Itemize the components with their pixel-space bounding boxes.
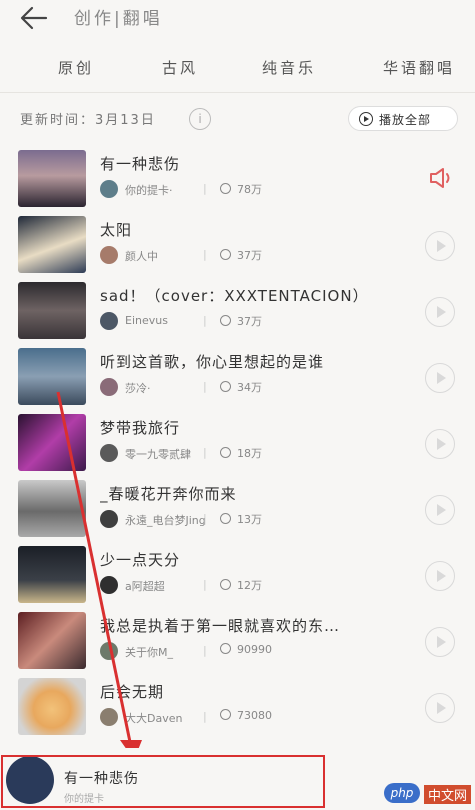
play-count: 78万: [220, 181, 262, 197]
now-playing-speaker-icon[interactable]: [428, 166, 456, 190]
play-count: 13万: [220, 511, 262, 527]
play-circle-icon: [359, 112, 373, 126]
play-button[interactable]: [425, 297, 455, 327]
header: 创作|翻唱: [0, 0, 475, 38]
play-button[interactable]: [425, 627, 455, 657]
song-title: 有一种悲伤: [100, 155, 181, 173]
separator: |: [203, 314, 207, 327]
play-count: 34万: [220, 379, 262, 395]
song-row[interactable]: 梦带我旅行 零一九零贰肆 | 18万: [0, 411, 475, 477]
play-button[interactable]: [425, 561, 455, 591]
separator: |: [203, 446, 207, 459]
song-title: 少一点天分: [100, 551, 181, 569]
watermark-text: 中文网: [424, 785, 472, 804]
tab-original[interactable]: 原创: [58, 57, 94, 78]
separator: |: [203, 182, 207, 195]
avatar: [100, 708, 118, 726]
song-row[interactable]: 我总是执着于第一眼就喜欢的东… 关于你M_ | 90990: [0, 609, 475, 675]
watermark-logo: php: [384, 783, 420, 803]
avatar: [100, 642, 118, 660]
song-author: 你的提卡·: [125, 184, 173, 197]
separator: |: [203, 248, 207, 261]
highlight-box: [1, 755, 325, 808]
song-title: 听到这首歌，你心里想起的是谁: [100, 353, 325, 371]
song-cover-image: [18, 546, 86, 603]
song-cover-image: [18, 282, 86, 339]
song-cover-image: [18, 414, 86, 471]
tab-chinese-cover[interactable]: 华语翻唱: [383, 57, 455, 78]
song-author: 永遠_电台梦Jing: [125, 514, 206, 527]
song-cover-image: [18, 480, 86, 537]
song-cover-image: [18, 348, 86, 405]
play-button[interactable]: [425, 363, 455, 393]
separator: |: [203, 380, 207, 393]
avatar: [100, 180, 118, 198]
category-tabs: 原创 古风 纯音乐 华语翻唱: [0, 50, 475, 86]
update-time: 更新时间：3月13日: [20, 113, 156, 128]
song-title: 梦带我旅行: [100, 419, 181, 437]
song-row[interactable]: 后会无期 大大Daven | 73080: [0, 675, 475, 741]
play-all-label: 播放全部: [379, 113, 432, 127]
avatar: [100, 312, 118, 330]
song-cover-image: [18, 150, 86, 207]
play-button[interactable]: [425, 231, 455, 261]
play-count: 90990: [220, 643, 272, 656]
watermark: php 中文网: [384, 783, 474, 805]
separator: |: [203, 644, 207, 657]
song-row[interactable]: 听到这首歌，你心里想起的是谁 莎冷· | 34万: [0, 345, 475, 411]
song-row[interactable]: 太阳 颜人中 | 37万: [0, 213, 475, 279]
song-author: 关于你M_: [125, 646, 173, 659]
play-button[interactable]: [425, 693, 455, 723]
play-button[interactable]: [425, 495, 455, 525]
song-author: 大大Daven: [125, 712, 183, 725]
tab-pure-music[interactable]: 纯音乐: [262, 57, 316, 78]
separator: |: [203, 512, 207, 525]
page-title: 创作|翻唱: [74, 9, 163, 29]
avatar: [100, 510, 118, 528]
play-button[interactable]: [425, 429, 455, 459]
song-author: 零一九零贰肆: [125, 448, 191, 461]
song-row[interactable]: _春暖花开奔你而来 永遠_电台梦Jing | 13万: [0, 477, 475, 543]
play-count: 12万: [220, 577, 262, 593]
song-title: 太阳: [100, 221, 133, 239]
back-arrow-icon[interactable]: [18, 4, 50, 32]
avatar: [100, 444, 118, 462]
divider: [0, 92, 475, 93]
song-author: Einevus: [125, 314, 168, 327]
play-all-button[interactable]: 播放全部: [348, 106, 458, 131]
avatar: [100, 246, 118, 264]
tab-ancient-style[interactable]: 古风: [162, 57, 198, 78]
song-row[interactable]: 少一点天分 a阿超超 | 12万: [0, 543, 475, 609]
info-icon[interactable]: i: [189, 108, 211, 130]
song-title: 我总是执着于第一眼就喜欢的东…: [100, 617, 341, 635]
play-count: 18万: [220, 445, 262, 461]
avatar: [100, 576, 118, 594]
song-row[interactable]: sad！（cover：XXXTENTACION） Einevus | 37万: [0, 279, 475, 345]
song-author: a阿超超: [125, 580, 165, 593]
song-author: 莎冷·: [125, 382, 151, 395]
separator: |: [203, 710, 207, 723]
play-count: 73080: [220, 709, 272, 722]
avatar: [100, 378, 118, 396]
play-count: 37万: [220, 313, 262, 329]
song-title: 后会无期: [100, 683, 165, 701]
song-row[interactable]: 有一种悲伤 你的提卡· | 78万: [0, 147, 475, 213]
song-title: _春暖花开奔你而来: [100, 485, 237, 503]
song-cover-image: [18, 678, 86, 735]
song-author: 颜人中: [125, 250, 158, 263]
separator: |: [203, 578, 207, 591]
song-cover-image: [18, 216, 86, 273]
play-count: 37万: [220, 247, 262, 263]
song-cover-image: [18, 612, 86, 669]
song-title: sad！（cover：XXXTENTACION）: [100, 287, 369, 305]
